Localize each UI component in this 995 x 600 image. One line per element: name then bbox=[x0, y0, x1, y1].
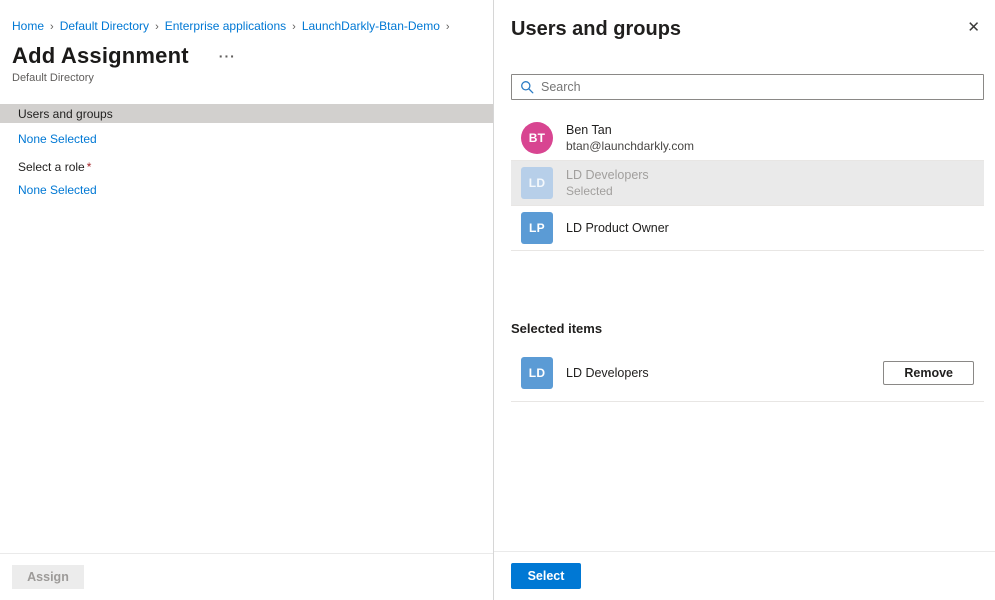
left-footer: Assign bbox=[0, 553, 493, 600]
list-item-name: LD Product Owner bbox=[566, 221, 669, 235]
list-item-name: Ben Tan bbox=[566, 123, 694, 137]
breadcrumb-separator: › bbox=[446, 21, 450, 33]
breadcrumb-separator: › bbox=[50, 21, 54, 33]
field-select-a-role-label: Select a role* bbox=[18, 160, 493, 174]
list-item-email: btan@launchdarkly.com bbox=[566, 139, 694, 153]
list-item-ld-product-owner[interactable]: LP LD Product Owner bbox=[511, 206, 984, 251]
list-item-ben-tan[interactable]: BT Ben Tan btan@launchdarkly.com bbox=[511, 116, 984, 161]
remove-button[interactable]: Remove bbox=[883, 361, 974, 385]
breadcrumb-link-default-directory[interactable]: Default Directory bbox=[60, 19, 149, 33]
select-a-role-none-selected-link[interactable]: None Selected bbox=[18, 183, 97, 197]
list-item-name: LD Developers bbox=[566, 168, 649, 182]
more-options-button[interactable]: ··· bbox=[215, 45, 240, 67]
list-item-ld-developers: LD LD Developers Selected bbox=[511, 161, 984, 206]
field-users-and-groups: Users and groups bbox=[0, 104, 493, 123]
breadcrumb-link-launchdarkly-btan-demo[interactable]: LaunchDarkly-Btan-Demo bbox=[302, 19, 440, 33]
close-icon[interactable]: ✕ bbox=[963, 18, 984, 37]
select-a-role-text: Select a role bbox=[18, 160, 85, 174]
breadcrumb-link-enterprise-applications[interactable]: Enterprise applications bbox=[165, 19, 286, 33]
page-header: Add Assignment ··· bbox=[0, 43, 493, 69]
add-assignment-pane: Home › Default Directory › Enterprise applic… bbox=[0, 0, 493, 600]
avatar: BT bbox=[521, 122, 553, 154]
search-icon bbox=[520, 80, 534, 94]
picker-list: BT Ben Tan btan@launchdarkly.com LD LD D… bbox=[511, 116, 984, 251]
field-users-and-groups-label: Users and groups bbox=[18, 107, 113, 121]
assign-button[interactable]: Assign bbox=[12, 565, 84, 589]
list-item-text: LD Product Owner bbox=[566, 221, 669, 235]
users-and-groups-none-selected-link[interactable]: None Selected bbox=[18, 132, 97, 146]
search-box[interactable] bbox=[511, 74, 984, 100]
panel-title: Users and groups bbox=[511, 18, 681, 41]
selected-items-heading: Selected items bbox=[511, 321, 984, 336]
add-assignment-screen: Home › Default Directory › Enterprise applic… bbox=[0, 0, 995, 600]
avatar: LD bbox=[521, 167, 553, 199]
search-input[interactable] bbox=[541, 80, 975, 94]
list-item-text: LD Developers Selected bbox=[566, 168, 649, 198]
page-title: Add Assignment bbox=[12, 43, 189, 69]
panel-footer: Select bbox=[494, 551, 995, 600]
panel-header: Users and groups ✕ bbox=[511, 18, 984, 41]
selected-item-ld-developers: LD LD Developers Remove bbox=[511, 351, 984, 402]
breadcrumb: Home › Default Directory › Enterprise applic… bbox=[0, 0, 493, 33]
list-item-status: Selected bbox=[566, 184, 649, 198]
breadcrumb-link-home[interactable]: Home bbox=[12, 19, 44, 33]
breadcrumb-separator: › bbox=[155, 21, 159, 33]
select-button[interactable]: Select bbox=[511, 563, 581, 589]
avatar: LP bbox=[521, 212, 553, 244]
users-and-groups-panel: Users and groups ✕ BT Ben Tan btan@launc… bbox=[493, 0, 995, 600]
list-item-text: Ben Tan btan@launchdarkly.com bbox=[566, 123, 694, 153]
selected-item-name: LD Developers bbox=[566, 366, 870, 380]
avatar: LD bbox=[521, 357, 553, 389]
breadcrumb-separator: › bbox=[292, 21, 296, 33]
required-asterisk: * bbox=[87, 160, 92, 174]
page-subtitle: Default Directory bbox=[0, 72, 493, 84]
